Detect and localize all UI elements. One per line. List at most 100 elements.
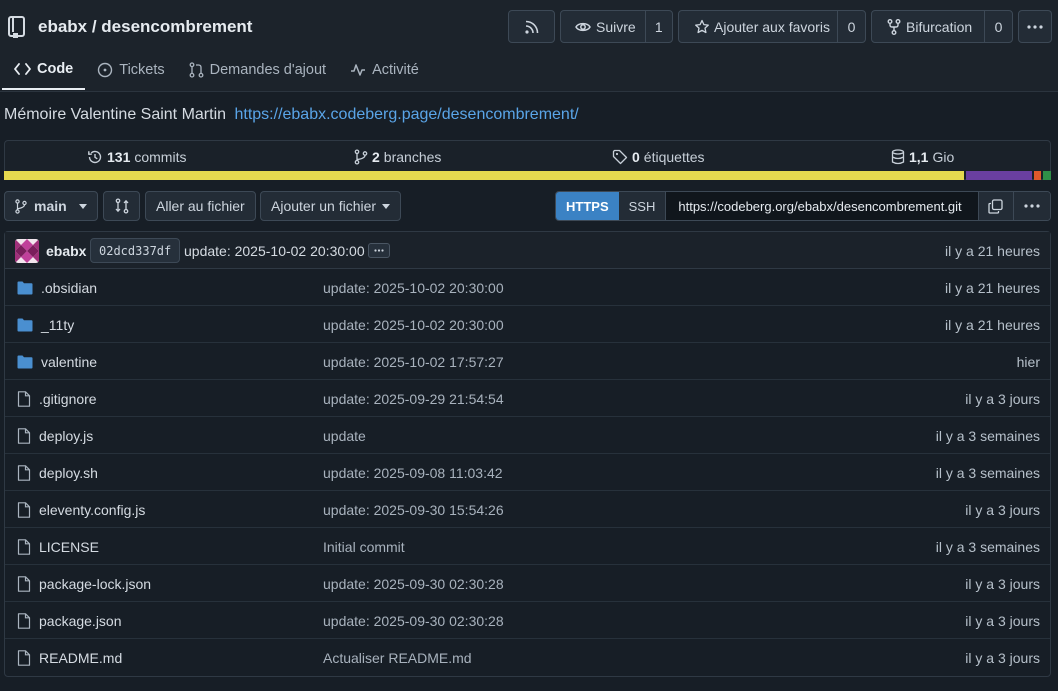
file-commit-message[interactable]: update: 2025-10-02 17:57:27 bbox=[323, 343, 504, 380]
watch-label: Suivre bbox=[596, 18, 636, 35]
file-commit-message[interactable]: update: 2025-09-08 11:03:42 bbox=[323, 454, 503, 491]
file-commit-message[interactable]: update: 2025-10-02 20:30:00 bbox=[323, 306, 504, 343]
language-segment[interactable] bbox=[1042, 171, 1051, 180]
file-commit-time: hier bbox=[1016, 353, 1040, 370]
eye-icon bbox=[575, 19, 591, 35]
file-name[interactable]: package-lock.json bbox=[17, 565, 151, 602]
commit-sha[interactable]: 02dcd337df bbox=[90, 238, 181, 263]
file-name[interactable]: .obsidian bbox=[17, 269, 97, 306]
branch-selector[interactable]: main bbox=[4, 191, 98, 221]
file-icon bbox=[17, 427, 31, 444]
star-button[interactable]: Ajouter aux favoris 0 bbox=[678, 10, 866, 43]
file-commit-time: il y a 3 jours bbox=[965, 501, 1040, 518]
file-name[interactable]: eleventy.config.js bbox=[17, 491, 145, 528]
file-name-label: eleventy.config.js bbox=[39, 501, 146, 518]
compare-icon bbox=[115, 198, 129, 214]
file-name-label: README.md bbox=[39, 649, 123, 666]
table-row: _11ty update: 2025-10-02 20:30:00 il y a 2… bbox=[5, 306, 1050, 343]
rss-button[interactable] bbox=[508, 10, 555, 43]
star-icon bbox=[694, 19, 710, 35]
file-commit-message[interactable]: update: 2025-10-02 20:30:00 bbox=[323, 269, 504, 306]
file-name[interactable]: .gitignore bbox=[17, 380, 97, 417]
repo-tabs: Code Tickets Demandes d'ajout Activité bbox=[0, 50, 431, 92]
branch-name: main bbox=[34, 198, 67, 214]
repo-full-name[interactable]: ebabx / desencombrement bbox=[38, 17, 252, 37]
tab-code-label: Code bbox=[37, 61, 74, 77]
file-name[interactable]: deploy.sh bbox=[17, 454, 98, 491]
tab-activity-label: Activité bbox=[372, 62, 419, 78]
file-name[interactable]: deploy.js bbox=[17, 417, 93, 454]
file-commit-message[interactable]: update bbox=[323, 417, 366, 454]
language-segment[interactable] bbox=[4, 171, 964, 180]
history-icon bbox=[87, 149, 103, 165]
file-name-label: valentine bbox=[41, 353, 98, 370]
file-name-label: .obsidian bbox=[41, 279, 98, 296]
tab-tickets[interactable]: Tickets bbox=[85, 50, 176, 90]
file-commit-message[interactable]: update: 2025-09-30 02:30:28 bbox=[323, 565, 504, 602]
clone-more-button[interactable] bbox=[1012, 192, 1050, 220]
language-segment[interactable] bbox=[965, 171, 1033, 180]
avatar[interactable] bbox=[15, 239, 39, 263]
issue-icon bbox=[97, 62, 113, 78]
commits-stat[interactable]: 131 commits bbox=[87, 149, 186, 165]
tag-icon bbox=[612, 149, 628, 165]
clone-url-input[interactable]: https://codeberg.org/ebabx/desencombreme… bbox=[666, 192, 978, 220]
star-count[interactable]: 0 bbox=[837, 11, 865, 42]
fork-button[interactable]: Bifurcation 0 bbox=[871, 10, 1013, 43]
file-name[interactable]: _11ty bbox=[17, 306, 74, 343]
file-name[interactable]: LICENSE bbox=[17, 528, 99, 565]
latest-commit-row: ebabx 02dcd337df update: 2025-10-02 20:3… bbox=[5, 232, 1050, 269]
table-row: .gitignore update: 2025-09-29 21:54:54 il … bbox=[5, 380, 1050, 417]
file-name[interactable]: valentine bbox=[17, 343, 97, 380]
commit-author[interactable]: ebabx bbox=[46, 243, 86, 259]
copy-icon bbox=[988, 198, 1003, 214]
language-segment[interactable] bbox=[1034, 171, 1041, 180]
ssh-tab[interactable]: SSH bbox=[618, 192, 667, 220]
table-row: LICENSE Initial commit il y a 3 semaines bbox=[5, 528, 1050, 565]
folder-icon bbox=[17, 318, 33, 332]
more-actions-button[interactable] bbox=[1018, 10, 1052, 43]
tags-count: 0 bbox=[632, 149, 640, 165]
expand-commit-button[interactable] bbox=[368, 243, 390, 258]
compare-button[interactable] bbox=[103, 191, 140, 221]
file-name[interactable]: README.md bbox=[17, 639, 122, 676]
repo-description: Mémoire Valentine Saint Martin https://e… bbox=[4, 106, 579, 124]
file-name-label: package-lock.json bbox=[39, 575, 152, 592]
repo-header: ebabx / desencombrement Suivre 1 Ajouter… bbox=[0, 0, 1058, 92]
website-link[interactable]: https://ebabx.codeberg.page/desencombrem… bbox=[234, 106, 578, 123]
copy-button[interactable] bbox=[977, 192, 1013, 220]
file-commit-message[interactable]: Initial commit bbox=[323, 528, 405, 565]
tab-pull-requests-label: Demandes d'ajout bbox=[209, 62, 327, 78]
file-name[interactable]: package.json bbox=[17, 602, 122, 639]
file-commit-message[interactable]: update: 2025-09-30 02:30:28 bbox=[323, 602, 504, 639]
fork-label: Bifurcation bbox=[906, 18, 973, 35]
file-commit-message[interactable]: update: 2025-09-30 15:54:26 bbox=[323, 491, 504, 528]
goto-file-button[interactable]: Aller au fichier bbox=[145, 191, 256, 221]
file-commit-message[interactable]: Actualiser README.md bbox=[323, 639, 472, 676]
file-name-label: package.json bbox=[39, 612, 122, 629]
add-file-button[interactable]: Ajouter un fichier bbox=[260, 191, 402, 221]
table-row: valentine update: 2025-10-02 17:57:27 hier bbox=[5, 343, 1050, 380]
branches-stat[interactable]: 2 branches bbox=[354, 149, 441, 165]
file-commit-message[interactable]: update: 2025-09-29 21:54:54 bbox=[323, 380, 504, 417]
language-bar[interactable] bbox=[4, 171, 1051, 180]
branch-icon bbox=[15, 198, 27, 214]
tab-pull-requests[interactable]: Demandes d'ajout bbox=[177, 50, 338, 90]
file-table: ebabx 02dcd337df update: 2025-10-02 20:3… bbox=[4, 231, 1051, 677]
branches-label: branches bbox=[383, 149, 442, 165]
size-value: 1,1 bbox=[909, 149, 929, 165]
file-commit-time: il y a 3 semaines bbox=[935, 538, 1040, 555]
https-tab[interactable]: HTTPS bbox=[556, 192, 619, 220]
tags-stat[interactable]: 0 étiquettes bbox=[612, 149, 705, 165]
commits-label: commits bbox=[134, 149, 187, 165]
table-row: deploy.js update il y a 3 semaines bbox=[5, 417, 1050, 454]
tab-code[interactable]: Code bbox=[2, 50, 86, 90]
file-icon bbox=[17, 649, 31, 666]
fork-count[interactable]: 0 bbox=[984, 11, 1012, 42]
watch-button[interactable]: Suivre 1 bbox=[560, 10, 673, 43]
commit-message[interactable]: update: 2025-10-02 20:30:00 bbox=[184, 243, 365, 259]
file-commit-time: il y a 3 jours bbox=[965, 612, 1040, 629]
tab-activity[interactable]: Activité bbox=[338, 50, 431, 90]
file-icon bbox=[17, 464, 31, 481]
watch-count[interactable]: 1 bbox=[644, 11, 672, 42]
